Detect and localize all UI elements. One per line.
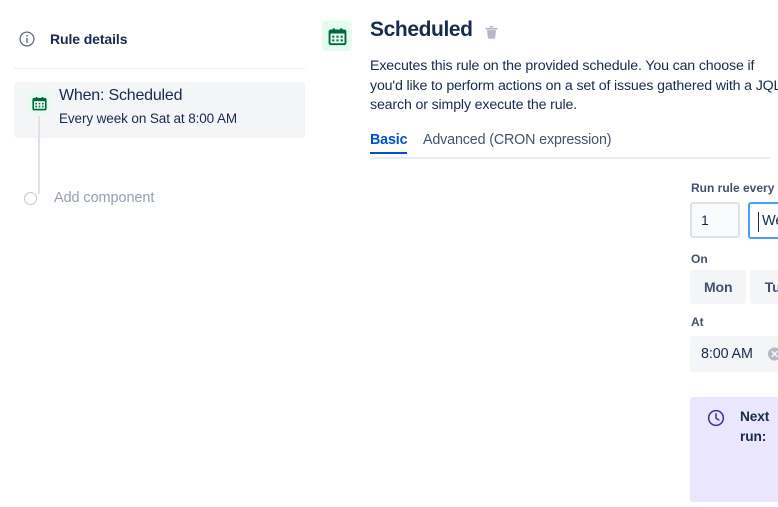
rule-components-panel: Rule details When: Scheduled — [0, 0, 312, 507]
add-component-label: Add component — [54, 190, 154, 206]
component-description: Executes this rule on the provided sched… — [370, 57, 778, 116]
component-title: When: Scheduled — [59, 87, 182, 105]
rule-details-item[interactable]: Rule details — [18, 30, 127, 48]
tab-advanced[interactable]: Advanced (CRON expression) — [423, 132, 611, 154]
day-button-mon[interactable]: Mon — [690, 270, 746, 304]
next-run-label: Next run: — [740, 407, 778, 447]
at-time-label: At — [691, 315, 704, 329]
component-connector-line — [38, 116, 40, 194]
clock-icon — [707, 409, 725, 427]
page-title: Scheduled — [370, 18, 473, 42]
calendar-icon — [322, 21, 352, 51]
detail-header: Scheduled — [322, 18, 501, 51]
info-icon — [18, 30, 36, 48]
tab-bar: Basic Advanced (CRON expression) — [370, 132, 770, 158]
panel-divider — [14, 68, 305, 69]
component-card-when-scheduled[interactable]: When: Scheduled Every week on Sat at 8:0… — [14, 82, 305, 138]
time-value: 8:00 AM — [701, 346, 753, 362]
day-selector: Mon Tue Wed Thu Fri Sat Sun — [690, 270, 778, 304]
rule-details-label: Rule details — [50, 31, 127, 47]
run-rule-every-label: Run rule every — [691, 181, 774, 195]
component-subtitle: Every week on Sat at 8:00 AM — [59, 111, 237, 126]
interval-unit-select[interactable]: Weeks — [748, 202, 778, 239]
tab-bar-underline — [370, 157, 770, 159]
next-run-panel: Next run: Saturday, September 24, 2022 8… — [690, 397, 778, 502]
interval-value-input[interactable] — [690, 202, 740, 238]
interval-unit-value: Weeks — [762, 213, 778, 229]
calendar-icon — [28, 92, 50, 114]
text-caret — [758, 212, 759, 232]
automation-rule-editor: Rule details When: Scheduled — [0, 0, 778, 507]
on-days-label: On — [691, 252, 708, 266]
component-detail-panel: Scheduled Executes this rule on the prov… — [312, 0, 778, 507]
day-button-tue[interactable]: Tue — [750, 270, 778, 304]
tab-basic[interactable]: Basic — [370, 132, 407, 154]
trash-icon[interactable] — [483, 23, 501, 41]
time-select[interactable]: 8:00 AM — [690, 336, 778, 372]
clear-icon[interactable] — [767, 347, 778, 362]
empty-circle-icon — [24, 192, 37, 205]
add-component-item[interactable]: Add component — [24, 190, 154, 206]
